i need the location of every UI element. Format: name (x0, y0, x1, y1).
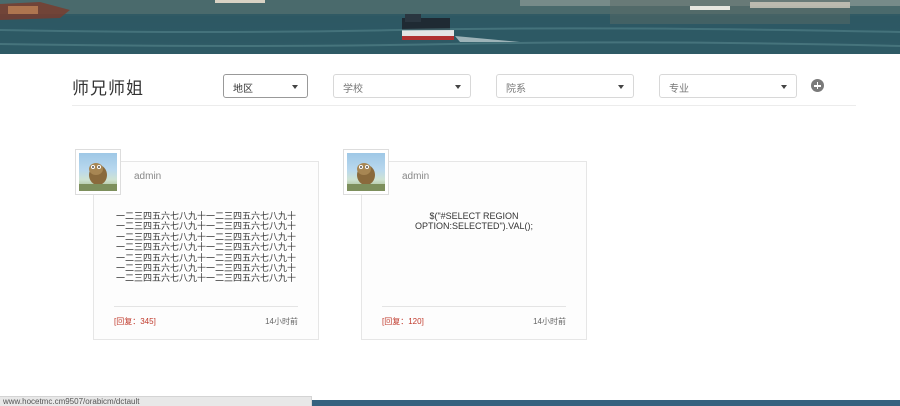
college-select-label: 院系 (506, 84, 526, 95)
avatar[interactable] (343, 149, 389, 195)
post-card[interactable]: admin 一二三四五六七八九十一二三四五六七八九十 一二三四五六七八九十一二三… (75, 149, 319, 340)
caret-down-icon (781, 85, 787, 89)
filter-bar: 师兄师姐 地区 学校 院系 专业 (72, 66, 856, 106)
major-select[interactable]: 专业 (659, 74, 797, 98)
plus-circle-icon[interactable] (811, 79, 824, 92)
card-footer: [回复：345] 14小时前 (114, 306, 298, 336)
reply-link[interactable]: [回复：120] (382, 316, 424, 327)
page-title: 师兄师姐 (72, 79, 144, 98)
caret-down-icon (618, 85, 624, 89)
footer-strip (312, 400, 900, 406)
post-time: 14小时前 (533, 317, 566, 326)
school-select[interactable]: 学校 (333, 74, 471, 98)
post-content: $("#SELECT REGION OPTION:SELECTED").VAL(… (414, 211, 534, 232)
caret-down-icon (292, 85, 298, 89)
caret-down-icon (455, 85, 461, 89)
post-content: 一二三四五六七八九十一二三四五六七八九十 一二三四五六七八九十一二三四五六七八九… (115, 211, 296, 284)
username: admin (134, 171, 162, 182)
region-select[interactable]: 地区 (223, 74, 308, 98)
school-select-label: 学校 (343, 84, 363, 95)
username: admin (402, 171, 430, 182)
avatar-image (347, 153, 385, 191)
avatar[interactable] (75, 149, 121, 195)
harbor-photo (0, 0, 900, 54)
avatar-image (79, 153, 117, 191)
post-time: 14小时前 (265, 317, 298, 326)
post-card[interactable]: admin $("#SELECT REGION OPTION:SELECTED"… (343, 149, 587, 340)
reply-link[interactable]: [回复：345] (114, 316, 156, 327)
status-url: www.hocetmc.cm9507/orabicm/dctault (0, 396, 312, 406)
college-select[interactable]: 院系 (496, 74, 634, 98)
card-footer: [回复：120] 14小时前 (382, 306, 566, 336)
hero-banner (0, 0, 900, 54)
major-select-label: 专业 (669, 84, 689, 95)
region-select-label: 地区 (233, 84, 253, 95)
